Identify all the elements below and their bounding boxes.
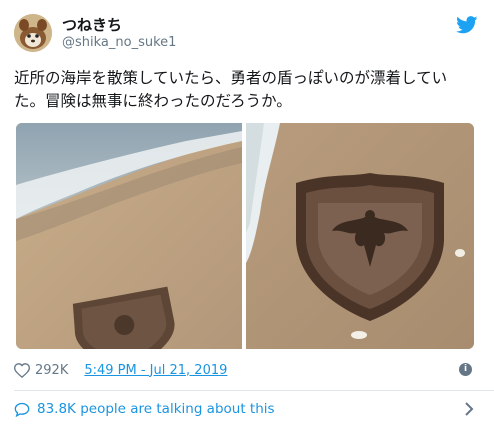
tweet-text: 近所の海岸を散策していたら、勇者の盾っぽいのが漂着していた。冒険は無事に終わった… [14,69,448,110]
like-count[interactable]: 292K [35,363,68,378]
divider [14,390,494,391]
display-name[interactable]: つねきち [62,14,122,35]
shield-photos [16,123,474,349]
chevron-right-icon[interactable] [464,402,474,416]
tweet-card: つねきち @shika_no_suke1 近所の海岸を散策していたら、勇者の盾っ… [0,0,494,429]
avatar[interactable] [14,14,52,52]
tweet-meta: 292K 5:49 PM - Jul 21, 2019 [14,360,227,380]
tweet-timestamp-link[interactable]: 5:49 PM - Jul 21, 2019 [84,363,227,378]
speech-bubble-icon [14,402,30,417]
conversation-count-text: 83.8K people are talking about this [37,401,275,417]
user-handle[interactable]: @shika_no_suke1 [62,35,176,50]
conversation-link[interactable]: 83.8K people are talking about this [14,398,480,420]
avatar-image [14,14,52,52]
heart-icon[interactable] [14,362,30,378]
info-icon[interactable]: i [459,363,472,376]
tweet-media[interactable] [16,123,474,349]
twitter-bird-icon[interactable] [456,16,478,34]
